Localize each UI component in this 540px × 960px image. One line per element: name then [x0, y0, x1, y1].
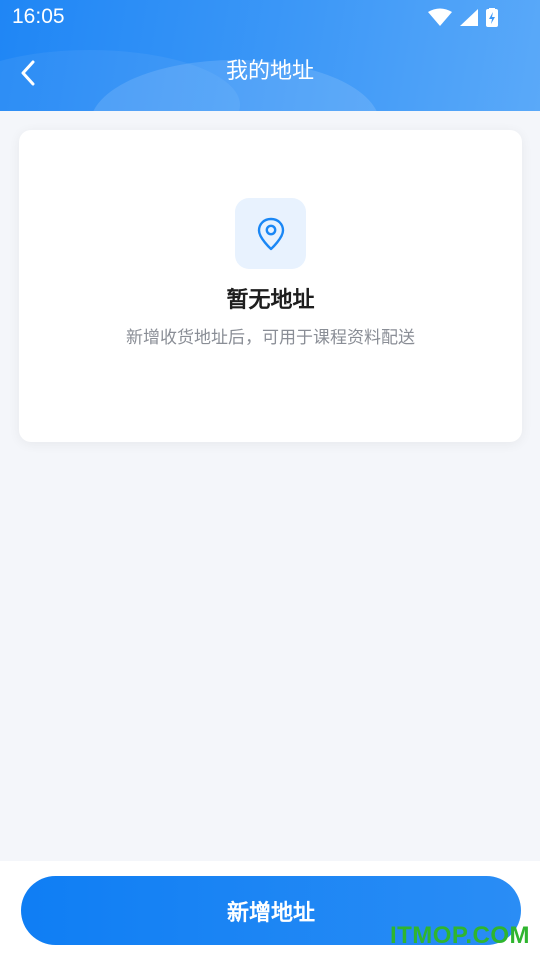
page-title: 我的地址: [225, 59, 314, 84]
empty-state-title: 暂无地址: [226, 288, 315, 313]
status-bar: 16:05: [0, 0, 540, 36]
signal-icon: [460, 9, 478, 26]
watermark-logo: ITMOP.COM: [389, 922, 530, 949]
empty-state-card: 暂无地址 新增收货地址后，可用于课程资料配送: [19, 130, 522, 442]
empty-state-subtitle: 新增收货地址后，可用于课程资料配送: [126, 328, 415, 348]
empty-icon-container: [235, 198, 306, 269]
wifi-icon: [428, 8, 452, 26]
location-pin-icon: [257, 217, 284, 250]
battery-charging-icon: [486, 8, 498, 27]
status-time: 16:05: [12, 5, 65, 28]
status-icons: [428, 8, 500, 28]
app-header: 16:05 我的地址: [0, 0, 540, 111]
